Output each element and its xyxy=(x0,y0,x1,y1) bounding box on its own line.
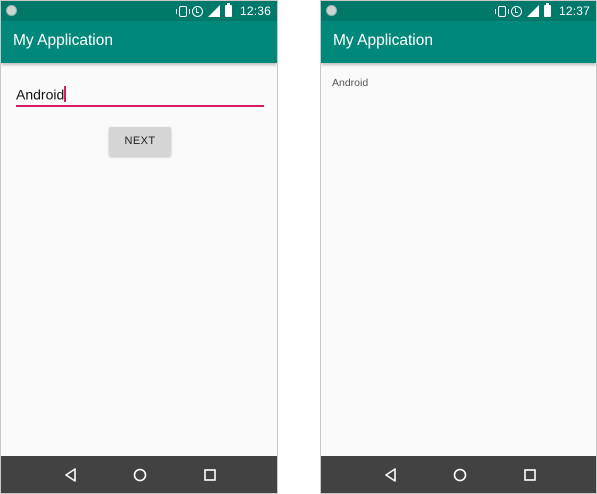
phone-screen-result: 12:37 My Application Android xyxy=(320,0,597,494)
status-icons: 12:37 xyxy=(494,3,590,19)
screenshot-canvas: 12:36 My Application Android NEXT 12:37 … xyxy=(0,0,597,494)
text-input[interactable]: Android xyxy=(16,83,264,107)
main-content: Android NEXT xyxy=(1,63,277,456)
app-title: My Application xyxy=(13,32,113,49)
back-icon[interactable] xyxy=(383,467,399,483)
signal-icon xyxy=(526,5,539,17)
navigation-bar xyxy=(321,456,596,493)
home-icon[interactable] xyxy=(452,467,468,483)
status-bar: 12:37 xyxy=(321,1,596,21)
text-cursor xyxy=(64,86,66,103)
app-bar: My Application xyxy=(1,21,277,63)
phone-screen-input: 12:36 My Application Android NEXT xyxy=(0,0,278,494)
vibrate-icon xyxy=(494,5,509,17)
next-button[interactable]: NEXT xyxy=(109,127,171,156)
result-text: Android xyxy=(332,77,369,89)
status-time: 12:37 xyxy=(558,4,590,18)
battery-charging-icon xyxy=(543,3,551,17)
home-icon[interactable] xyxy=(132,467,148,483)
battery-charging-icon xyxy=(224,3,232,17)
main-content: Android xyxy=(321,63,596,456)
notification-dot-icon xyxy=(326,5,337,16)
notification-dot-icon xyxy=(6,5,17,16)
status-icons: 12:36 xyxy=(175,3,271,19)
navigation-bar xyxy=(1,456,277,493)
recent-apps-icon[interactable] xyxy=(522,467,538,483)
app-bar: My Application xyxy=(321,21,596,63)
signal-icon xyxy=(207,5,220,17)
status-time: 12:36 xyxy=(239,4,271,18)
vibrate-icon xyxy=(175,5,190,17)
back-icon[interactable] xyxy=(63,467,79,483)
alarm-icon xyxy=(510,5,522,17)
status-bar: 12:36 xyxy=(1,1,277,21)
alarm-icon xyxy=(191,5,203,17)
text-input-value: Android xyxy=(16,86,65,103)
app-title: My Application xyxy=(333,32,433,49)
recent-apps-icon[interactable] xyxy=(202,467,218,483)
